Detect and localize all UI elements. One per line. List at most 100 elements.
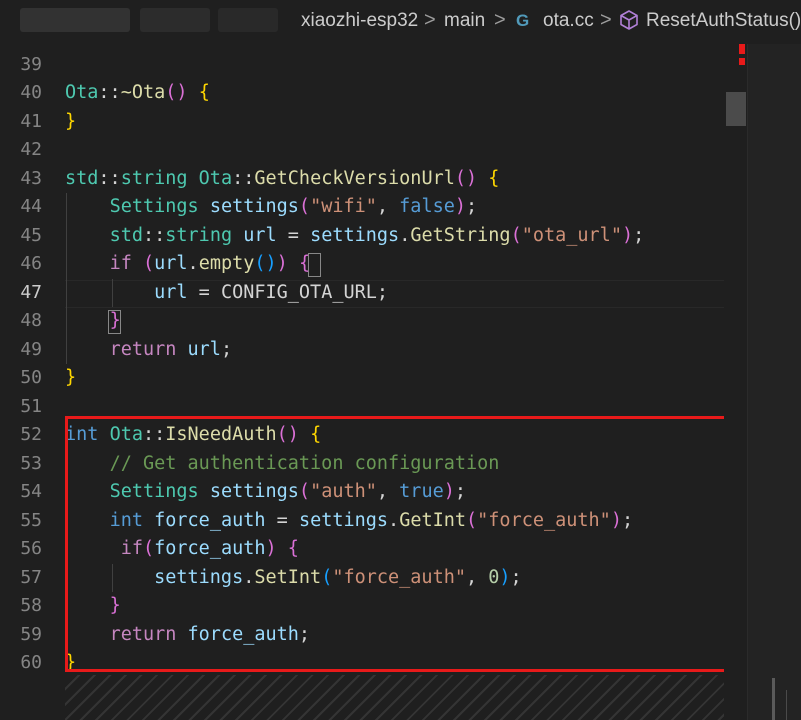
code-token: ) bbox=[276, 253, 288, 274]
code-token: "ota_url" bbox=[521, 224, 622, 246]
scrollbar-thumb[interactable] bbox=[726, 92, 746, 126]
code-token: string bbox=[120, 167, 188, 189]
code-line[interactable]: 39 bbox=[0, 51, 747, 80]
code-token: ( bbox=[510, 224, 522, 246]
code-token: ) bbox=[621, 224, 634, 246]
line-number: 44 bbox=[20, 196, 42, 217]
code-text: return url; bbox=[65, 336, 233, 365]
line-number: 56 bbox=[20, 538, 42, 559]
end-of-file-hatch bbox=[65, 675, 747, 720]
redacted-path bbox=[20, 8, 130, 32]
bracket-match-box bbox=[108, 310, 122, 334]
code-token: url bbox=[154, 281, 188, 303]
line-number: 45 bbox=[20, 224, 42, 246]
redacted-path bbox=[140, 8, 210, 32]
line-number: 47 bbox=[20, 281, 42, 303]
code-line[interactable]: 41} bbox=[0, 108, 747, 137]
line-number: 54 bbox=[20, 481, 42, 502]
code-line[interactable]: 42 bbox=[0, 136, 747, 165]
breadcrumb-symbol[interactable]: ResetAuthStatus() bbox=[646, 10, 801, 32]
code-token: () bbox=[454, 167, 478, 189]
side-panel bbox=[747, 0, 801, 720]
line-number: 48 bbox=[20, 310, 42, 331]
error-marker bbox=[739, 58, 745, 65]
code-token: string bbox=[165, 224, 233, 246]
line-number: 39 bbox=[20, 53, 42, 75]
breadcrumb-separator: > bbox=[424, 9, 436, 31]
line-number: 46 bbox=[20, 253, 42, 274]
code-token: ( bbox=[142, 253, 155, 274]
vertical-scrollbar[interactable] bbox=[724, 44, 747, 720]
code-token: settings bbox=[310, 224, 400, 246]
code-token: :: bbox=[232, 167, 255, 189]
code-token: settings bbox=[209, 196, 299, 217]
code-token: std bbox=[65, 167, 99, 189]
line-number: 52 bbox=[20, 424, 42, 445]
code-token: GetString bbox=[410, 224, 511, 246]
line-number: 58 bbox=[20, 595, 42, 616]
code-token: "wifi" bbox=[310, 196, 377, 217]
line-number: 51 bbox=[20, 395, 42, 417]
code-token: . bbox=[187, 253, 199, 274]
code-text: std::string Ota::GetCheckVersionUrl() { bbox=[65, 165, 499, 194]
code-line[interactable]: 44 Settings settings("wifi", false); bbox=[0, 193, 747, 222]
code-text: } bbox=[65, 108, 76, 137]
code-token: { bbox=[488, 167, 500, 189]
line-number: 57 bbox=[20, 566, 42, 588]
code-line[interactable]: 46 if (url.empty()) { bbox=[0, 250, 747, 279]
panel-divider-thin bbox=[786, 690, 787, 720]
code-token: GetCheckVersionUrl bbox=[254, 167, 455, 189]
code-token: = bbox=[187, 281, 221, 303]
line-number: 42 bbox=[20, 139, 42, 160]
breadcrumb: xiaozhi-esp32 > main > G ota.cc > ResetA… bbox=[0, 0, 801, 44]
highlight-box bbox=[65, 416, 727, 672]
code-token: . bbox=[399, 224, 411, 246]
code-token: () bbox=[165, 82, 188, 103]
code-line[interactable]: 49 return url; bbox=[0, 336, 747, 365]
code-line[interactable]: 43 std::string Ota::GetCheckVersionUrl() … bbox=[0, 165, 747, 194]
code-token: false bbox=[399, 196, 455, 217]
code-line[interactable]: 50} bbox=[0, 364, 747, 393]
cpp-file-icon: G bbox=[516, 11, 530, 30]
code-token: :: bbox=[98, 82, 121, 103]
breadcrumb-folder-main[interactable]: main bbox=[444, 10, 485, 32]
code-line[interactable]: 40 Ota::~Ota() { bbox=[0, 79, 747, 108]
breadcrumb-separator: > bbox=[494, 9, 506, 31]
code-token: :: bbox=[142, 224, 166, 246]
code-token: ( bbox=[298, 196, 311, 217]
code-text: Ota::~Ota() { bbox=[65, 79, 210, 108]
panel-divider bbox=[772, 678, 775, 720]
code-text: Settings settings("wifi", false); bbox=[65, 193, 478, 222]
code-token: () bbox=[254, 253, 277, 274]
code-token: Settings bbox=[109, 196, 199, 217]
breadcrumb-folder-root[interactable]: xiaozhi-esp32 bbox=[301, 10, 418, 32]
line-number: 55 bbox=[20, 509, 42, 531]
code-line[interactable]: 45 std::string url = settings.GetString(… bbox=[0, 222, 747, 251]
line-number: 40 bbox=[20, 82, 42, 103]
code-token: ; bbox=[376, 281, 389, 303]
indent-guide bbox=[66, 193, 67, 364]
indent-guide bbox=[112, 278, 113, 307]
code-token: ; bbox=[466, 196, 478, 217]
code-token: empty bbox=[198, 253, 255, 274]
code-token: url bbox=[154, 253, 188, 274]
code-token: url bbox=[187, 338, 221, 360]
breadcrumb-file[interactable]: ota.cc bbox=[543, 10, 594, 32]
line-number: 60 bbox=[20, 652, 42, 673]
code-token: CONFIG_OTA_URL bbox=[220, 281, 377, 303]
code-token: ~Ota bbox=[120, 82, 166, 103]
line-number: 41 bbox=[20, 110, 42, 132]
code-text: std::string url = settings.GetString("ot… bbox=[65, 222, 645, 251]
